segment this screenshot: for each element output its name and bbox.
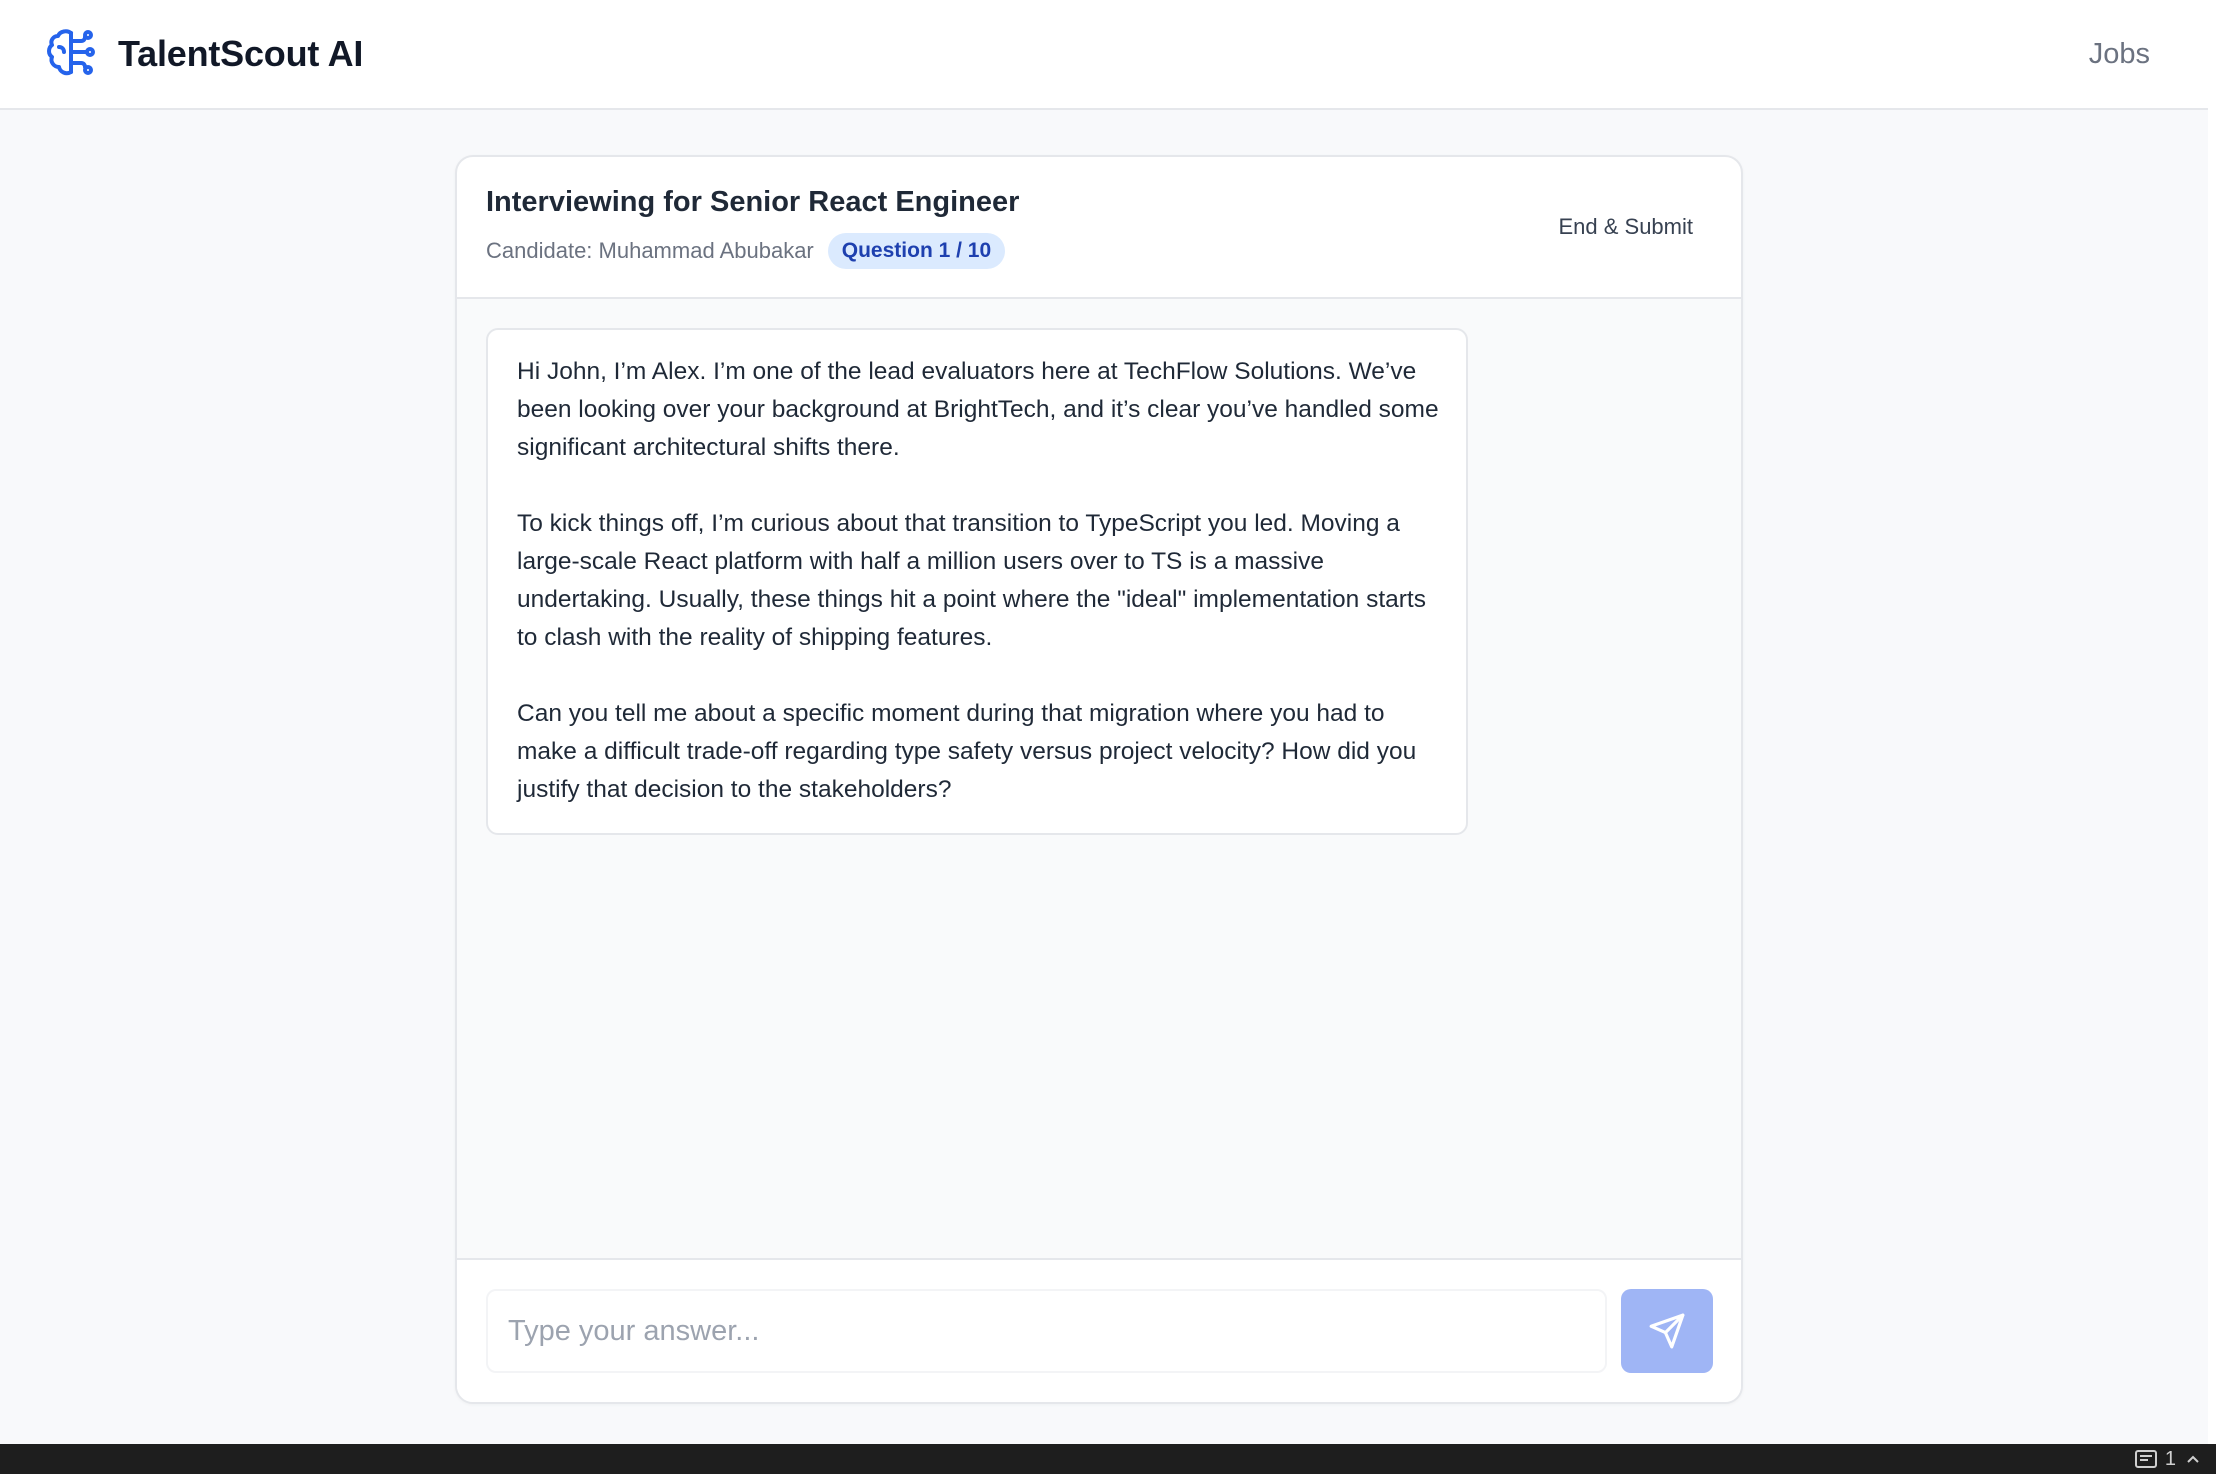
candidate-name: Candidate: Muhammad Abubakar xyxy=(486,237,814,263)
interview-info: Interviewing for Senior React Engineer C… xyxy=(486,186,1019,269)
nav-link-jobs[interactable]: Jobs xyxy=(2089,38,2150,71)
chevron-up-icon[interactable] xyxy=(2186,1454,2200,1464)
message-paragraph: To kick things off, I’m curious about th… xyxy=(517,510,1426,651)
status-count: 1 xyxy=(2164,1447,2176,1470)
list-icon xyxy=(2134,1450,2157,1468)
answer-composer xyxy=(457,1258,1741,1402)
message-paragraph: Hi John, I’m Alex. I’m one of the lead e… xyxy=(517,358,1439,461)
send-button[interactable] xyxy=(1621,1289,1713,1373)
status-bar: 1 xyxy=(0,1444,2216,1474)
interview-header: Interviewing for Senior React Engineer C… xyxy=(457,157,1741,299)
status-count-item[interactable]: 1 xyxy=(2134,1447,2176,1471)
answer-input[interactable] xyxy=(486,1289,1607,1373)
interviewer-message: Hi John, I’m Alex. I’m one of the lead e… xyxy=(486,328,1468,835)
brand[interactable]: TalentScout AI xyxy=(46,26,363,82)
message-paragraph: Can you tell me about a specific moment … xyxy=(517,700,1417,803)
interview-card: Interviewing for Senior React Engineer C… xyxy=(455,155,1743,1404)
window-scrollbar[interactable] xyxy=(2208,0,2216,1444)
brand-name: TalentScout AI xyxy=(118,33,364,74)
question-progress-badge: Question 1 / 10 xyxy=(827,232,1006,269)
interview-title: Interviewing for Senior React Engineer xyxy=(486,185,1020,218)
interview-meta: Candidate: Muhammad Abubakar Question 1 … xyxy=(486,232,1019,269)
brain-icon xyxy=(46,26,100,82)
end-and-submit-button[interactable]: End & Submit xyxy=(1558,204,1693,250)
chat-messages[interactable]: Hi John, I’m Alex. I’m one of the lead e… xyxy=(457,299,1741,1402)
top-navbar: TalentScout AI Jobs xyxy=(0,0,2208,110)
send-icon xyxy=(1649,1313,1685,1349)
